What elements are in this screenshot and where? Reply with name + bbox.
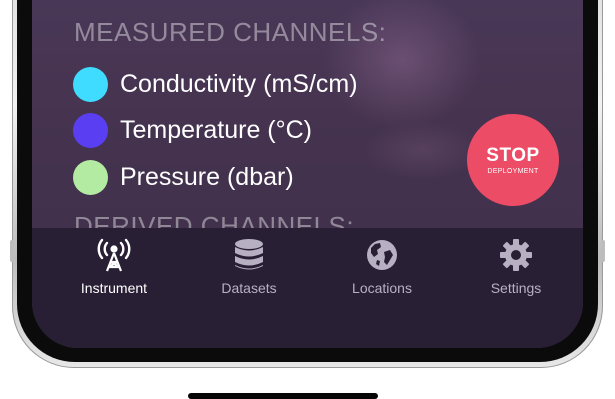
tab-instrument[interactable]: Instrument (59, 238, 169, 298)
conductivity-label: Conductivity (mS/cm) (120, 69, 358, 98)
stop-deployment-button[interactable]: STOP DEPLOYMENT (467, 114, 559, 206)
phone-side-button-left (10, 240, 14, 262)
stop-button-title: STOP (486, 144, 540, 166)
channel-temperature: Temperature (°C) (73, 112, 312, 148)
tab-locations-label: Locations (352, 280, 412, 296)
channel-pressure: Pressure (dbar) (73, 159, 294, 195)
stop-button-subtitle: DEPLOYMENT (487, 167, 539, 175)
background-glow-lower (362, 120, 482, 180)
phone-side-button-right (601, 240, 605, 262)
gear-icon (499, 238, 533, 272)
home-indicator[interactable] (188, 393, 378, 399)
broadcast-tower-icon (96, 238, 132, 272)
measured-channels-heading: MEASURED CHANNELS: (74, 17, 387, 47)
app-screen: MEASURED CHANNELS: Conductivity (mS/cm) … (32, 0, 583, 348)
temperature-label: Temperature (°C) (120, 115, 312, 144)
pressure-color-dot (73, 159, 108, 195)
channel-conductivity: Conductivity (mS/cm) (73, 66, 358, 102)
tab-datasets[interactable]: Datasets (194, 238, 304, 298)
tab-settings-label: Settings (490, 280, 542, 296)
conductivity-color-dot (73, 66, 108, 102)
tab-locations[interactable]: Locations (327, 238, 437, 298)
tab-bar: Instrument Datasets Locations Settings (32, 228, 583, 348)
tab-datasets-label: Datasets (221, 280, 277, 296)
pressure-label: Pressure (dbar) (120, 162, 294, 191)
temperature-color-dot (73, 112, 108, 148)
globe-icon (365, 238, 399, 272)
tab-settings[interactable]: Settings (461, 238, 571, 298)
database-icon (233, 238, 265, 272)
tab-instrument-label: Instrument (80, 280, 148, 296)
